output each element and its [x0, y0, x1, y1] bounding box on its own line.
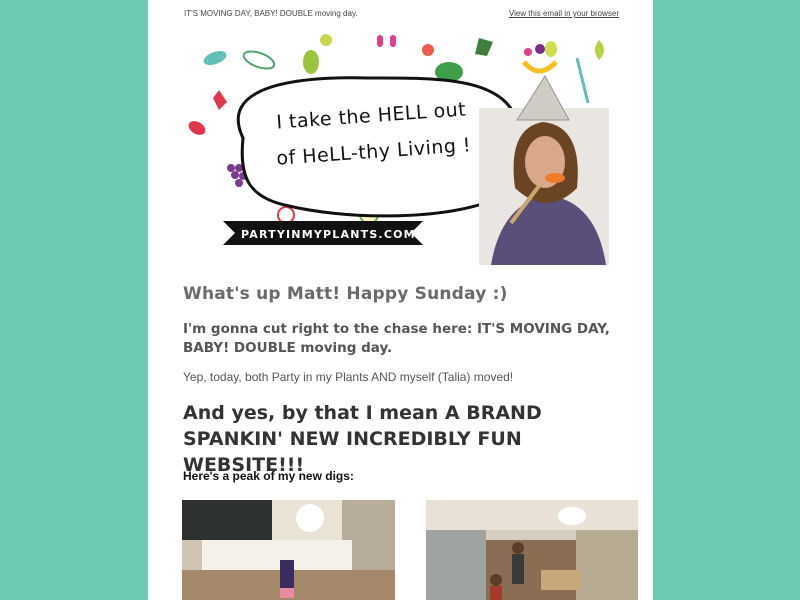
leaf-icon [242, 50, 276, 70]
cherry-icon [390, 35, 396, 47]
lime-icon [545, 41, 557, 57]
view-in-browser-link[interactable]: View this email in your browser [509, 9, 619, 18]
pepper-icon [188, 121, 206, 135]
brand-banner-text[interactable]: PARTYINMYPLANTS.COM [241, 228, 416, 241]
tomato-icon [422, 44, 434, 56]
cherry-icon [377, 35, 383, 47]
peak-heading: Here's a peak of my new digs: [183, 469, 354, 483]
radish-icon [213, 90, 227, 110]
email-body: IT'S MOVING DAY, BABY! DOUBLE moving day… [148, 0, 653, 600]
moved-paragraph: Yep, today, both Party in my Plants AND … [183, 370, 514, 384]
party-hat [516, 75, 570, 121]
leaf-icon [595, 40, 604, 60]
chase-paragraph: I'm gonna cut right to the chase here: I… [183, 321, 610, 356]
hero-image: I take the HELL out of HeLL-thy Living !… [179, 28, 609, 265]
grape-icon [231, 171, 239, 179]
website-announcement: And yes, by that I mean A BRAND SPANKIN'… [183, 402, 542, 476]
berry-icon [524, 48, 532, 56]
kitchen-photo[interactable] [182, 500, 395, 600]
carrot-icon [545, 173, 565, 183]
kale-icon [475, 38, 493, 56]
plum-icon [535, 44, 545, 54]
grape-icon [227, 164, 235, 172]
fork-icon [575, 57, 590, 104]
living-room-photo[interactable] [426, 500, 638, 600]
preheader-subject: IT'S MOVING DAY, BABY! DOUBLE moving day… [184, 9, 358, 18]
banana-icon [522, 60, 558, 74]
leaf-icon [203, 51, 227, 65]
fruit-icon [320, 34, 332, 46]
pear-icon [303, 50, 319, 74]
greeting-heading: What's up Matt! Happy Sunday :) [183, 284, 508, 304]
grape-icon [235, 179, 243, 187]
apple-icon [277, 206, 295, 224]
